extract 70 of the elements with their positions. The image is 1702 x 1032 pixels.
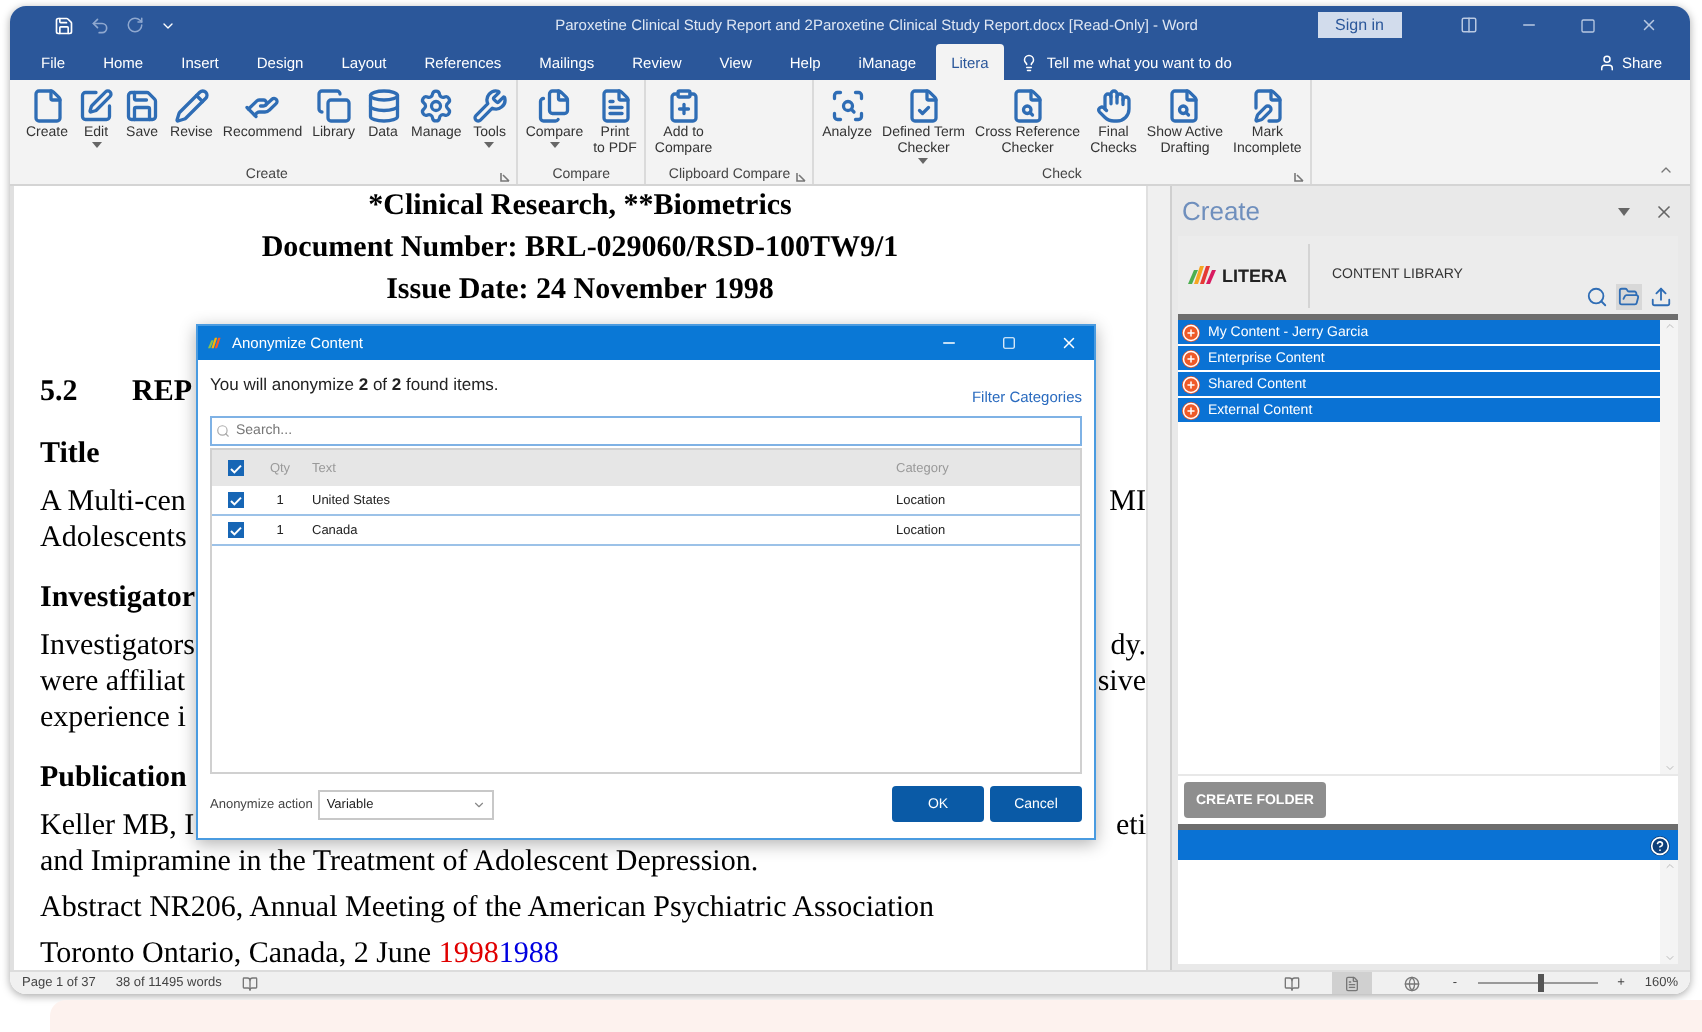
- section-heading: REP: [132, 374, 192, 412]
- checkbox[interactable]: [228, 522, 244, 538]
- search-icon[interactable]: [1584, 284, 1610, 310]
- launcher-icon[interactable]: [499, 172, 510, 182]
- document-text: experience i: [40, 700, 186, 736]
- person-icon: [1597, 53, 1616, 71]
- gear-icon: [418, 86, 455, 126]
- document-text: A Multi-cen: [40, 484, 186, 520]
- files-icon: [536, 86, 573, 126]
- undo-icon[interactable]: [90, 15, 110, 35]
- scroll-bar[interactable]: [1660, 860, 1678, 964]
- copy-icon: [315, 86, 352, 126]
- save-icon[interactable]: [54, 15, 74, 35]
- document-heading: Issue Date: 24 November 1998: [384, 272, 776, 310]
- help-icon[interactable]: [1650, 835, 1670, 855]
- document-text: Investigators: [40, 628, 195, 664]
- chevron-down-icon: [472, 797, 487, 811]
- database-icon: [365, 86, 402, 126]
- sign-in-button[interactable]: Sign in: [1317, 12, 1402, 38]
- pen-square-icon: [78, 86, 115, 126]
- launcher-icon[interactable]: [796, 172, 807, 182]
- file-check-icon: [905, 86, 942, 126]
- scroll-bar[interactable]: [1146, 186, 1170, 970]
- document-text: Keller MB, I: [40, 808, 195, 844]
- document-text: Abstract NR206, Annual Meeting of the American Psychiatric Association: [40, 890, 934, 926]
- lightbulb-icon: [1020, 53, 1039, 71]
- checkbox[interactable]: [228, 492, 244, 508]
- document-heading: *Clinical Research, **Biometrics: [366, 188, 794, 226]
- scroll-bar[interactable]: [1660, 320, 1678, 774]
- close-icon[interactable]: [1654, 201, 1674, 221]
- document-text: eti: [1116, 808, 1146, 844]
- document-text: sive: [1097, 664, 1146, 700]
- document-text: Toronto Ontario, Canada, 2 June 19981988: [40, 936, 559, 970]
- checkbox[interactable]: [228, 460, 244, 476]
- file-search-icon: [1166, 86, 1203, 126]
- save-icon: [124, 86, 161, 126]
- document-text: were affiliat: [40, 664, 186, 700]
- print-layout-icon[interactable]: [1332, 972, 1373, 994]
- summary-text: You will anonymize 2 of 2 found items.: [210, 374, 501, 394]
- document-text: dy.: [1110, 628, 1146, 664]
- redo-icon[interactable]: [126, 16, 144, 34]
- document-text: and Imipramine in the Treatment of Adolescent Depression.: [40, 844, 759, 880]
- search-icon: [216, 424, 230, 438]
- wrench-icon: [471, 86, 508, 126]
- proofing-book-icon[interactable]: [241, 972, 258, 994]
- logo-icon: [208, 336, 224, 350]
- pane-title: Create: [1182, 196, 1263, 226]
- file-pen-icon: [1249, 86, 1286, 126]
- collapse-ribbon-icon[interactable]: [1658, 162, 1674, 178]
- document-icon: [597, 86, 633, 126]
- clipboard-plus-icon: [665, 86, 702, 126]
- section-heading: Investigator: [40, 580, 195, 618]
- launcher-icon[interactable]: [1293, 172, 1304, 182]
- section-number: 5.2: [40, 374, 80, 412]
- logo-text: LITERA: [1222, 265, 1287, 285]
- slider-thumb[interactable]: [1537, 974, 1544, 992]
- scan-search-icon: [829, 86, 866, 126]
- pencil-icon: [173, 86, 210, 126]
- section-heading: Publication: [40, 760, 187, 798]
- section-heading: Title: [40, 436, 100, 474]
- upload-icon[interactable]: [1648, 284, 1674, 310]
- document-heading: Document Number: BRL-029060/RSD-100TW9/1: [259, 230, 901, 268]
- hand-icon: [1095, 86, 1132, 126]
- file-search-icon: [1009, 86, 1046, 126]
- document-text: Adolescents: [40, 520, 187, 556]
- file-icon: [29, 86, 65, 126]
- caret-icon[interactable]: [1618, 207, 1630, 215]
- folder-icon[interactable]: [1616, 284, 1642, 310]
- document-text: MI: [1109, 484, 1146, 520]
- logo-icon: [1188, 266, 1216, 284]
